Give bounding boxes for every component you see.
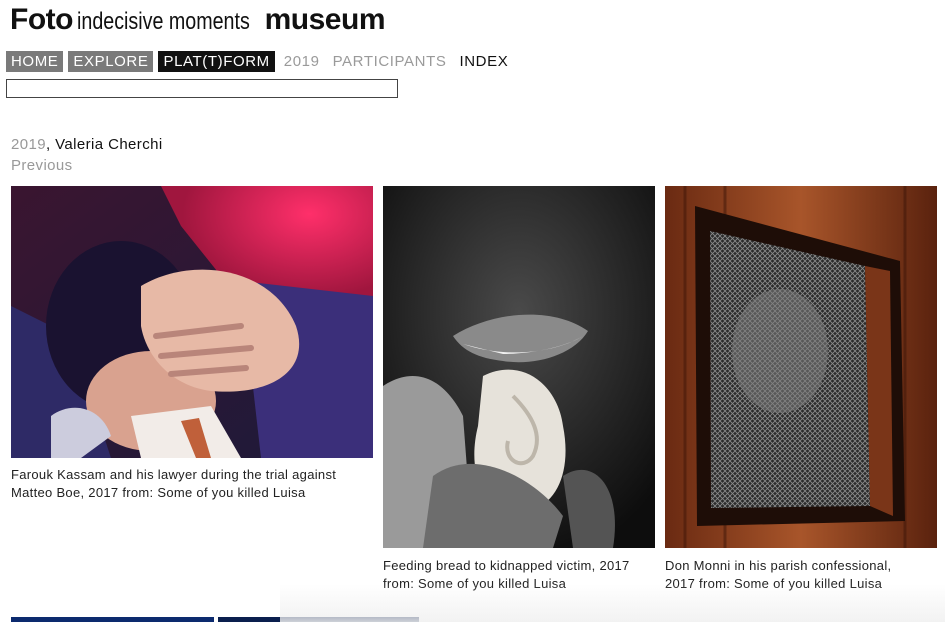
photo-2-caption-line1: Feeding bread to kidnapped victim, 2017	[383, 558, 630, 573]
photo-confessional[interactable]	[665, 186, 937, 548]
nav-participants[interactable]: PARTICIPANTS	[329, 51, 451, 72]
previous-link[interactable]: Previous	[11, 157, 73, 174]
photo-3-image	[665, 186, 937, 548]
breadcrumb-artist[interactable]: Valeria Cherchi	[55, 136, 162, 153]
nav-platform[interactable]: PLAT(T)FORM	[158, 51, 275, 72]
photo-1-caption-line1: Farouk Kassam and his lawyer during the …	[11, 467, 337, 482]
nav-explore[interactable]: EXPLORE	[68, 51, 154, 72]
photo-1-caption: Farouk Kassam and his lawyer during the …	[11, 466, 373, 502]
photo-feeding-bread[interactable]	[383, 186, 655, 548]
photo-2-image	[383, 186, 655, 548]
breadcrumb-year[interactable]: 2019	[11, 136, 46, 153]
bottom-fade	[280, 584, 945, 622]
search-input[interactable]	[6, 79, 398, 98]
main-nav: HOME EXPLORE PLAT(T)FORM 2019 PARTICIPAN…	[6, 51, 512, 72]
site-title-museum: museum	[264, 3, 386, 36]
nav-year[interactable]: 2019	[280, 51, 324, 72]
site-title[interactable]: Foto indecisive moments museum	[10, 3, 386, 39]
photo-farouk-kassam[interactable]	[11, 186, 373, 458]
photo-1-image	[11, 186, 373, 458]
photo-4-partial[interactable]	[11, 617, 214, 622]
photo-3-caption-line1: Don Monni in his parish confessional,	[665, 558, 892, 573]
breadcrumb-separator: ,	[45, 136, 51, 153]
nav-index[interactable]: INDEX	[455, 51, 512, 72]
photo-1-caption-line2: Matteo Boe, 2017 from: Some of you kille…	[11, 485, 306, 500]
breadcrumb: 2019, Valeria Cherchi	[11, 136, 163, 153]
site-title-foto: Foto	[10, 3, 73, 36]
site-title-tagline: indecisive moments	[77, 8, 251, 35]
nav-home[interactable]: HOME	[6, 51, 64, 72]
